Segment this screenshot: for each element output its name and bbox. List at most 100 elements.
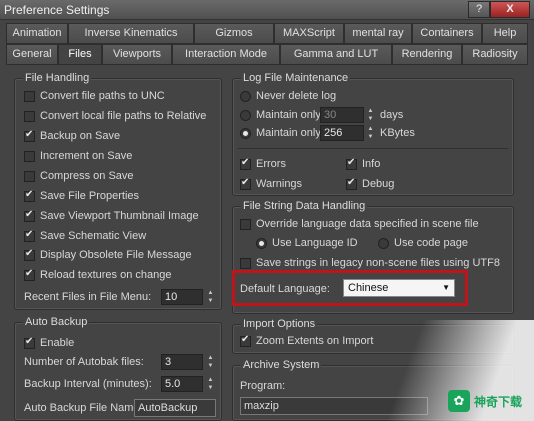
errors-checkbox[interactable] — [240, 157, 251, 170]
file-handling-option[interactable]: Reload textures on change — [24, 268, 171, 282]
save-legacy-row[interactable]: Save strings in legacy non-scene files u… — [240, 256, 500, 270]
maintain-kb-radio[interactable] — [240, 127, 251, 139]
file-handling-option[interactable]: Save Schematic View — [24, 229, 146, 243]
program-row: Program: — [240, 379, 285, 393]
tab-containers[interactable]: Containers — [412, 23, 482, 44]
tab-interaction-mode[interactable]: Interaction Mode — [172, 44, 280, 65]
file-handling-checkbox[interactable] — [24, 129, 35, 142]
watermark-logo: ✿ 神奇下载 — [448, 388, 530, 414]
info-checkbox[interactable] — [346, 157, 357, 170]
file-handling-checkbox[interactable] — [24, 110, 35, 122]
use-language-id-radio[interactable] — [256, 237, 267, 249]
file-handling-option-label: Convert file paths to UNC — [40, 90, 165, 102]
file-handling-checkbox[interactable] — [24, 229, 35, 242]
file-handling-checkbox[interactable] — [24, 248, 35, 261]
file-handling-option[interactable]: Save Viewport Thumbnail Image — [24, 209, 199, 223]
tab-rendering[interactable]: Rendering — [392, 44, 462, 65]
maintain-kb-input[interactable]: 256 — [320, 125, 364, 141]
maintain-days-row[interactable]: Maintain only — [240, 108, 321, 122]
use-code-page-radio[interactable] — [378, 237, 389, 249]
use-code-page-row[interactable]: Use code page — [378, 236, 468, 250]
close-button[interactable]: X — [490, 1, 530, 18]
backup-interval-label: Backup Interval (minutes): — [24, 378, 152, 390]
never-delete-row[interactable]: Never delete log — [240, 89, 336, 103]
tab-mental-ray[interactable]: mental ray — [344, 23, 412, 44]
autobak-files-spinner[interactable]: ▲ ▼ — [206, 354, 215, 370]
use-language-id-row[interactable]: Use Language ID — [256, 236, 358, 250]
zoom-extents-label: Zoom Extents on Import — [256, 335, 374, 347]
backup-interval-row: Backup Interval (minutes): — [24, 377, 152, 391]
autobak-files-input[interactable]: 3 — [161, 354, 203, 370]
backup-interval-input[interactable]: 5.0 — [161, 376, 203, 392]
zoom-extents-checkbox[interactable] — [240, 334, 251, 347]
tab-viewports[interactable]: Viewports — [102, 44, 172, 65]
file-handling-option-label: Save Schematic View — [40, 230, 147, 242]
file-handling-checkbox[interactable] — [24, 209, 35, 222]
log-maintenance-title: Log File Maintenance — [241, 72, 351, 85]
file-handling-option[interactable]: Save File Properties — [24, 189, 139, 203]
recent-files-spinner[interactable]: ▲ ▼ — [206, 289, 215, 305]
maintain-days-input[interactable]: 30 — [320, 107, 364, 123]
enable-backup-row[interactable]: Enable — [24, 336, 74, 350]
file-handling-option[interactable]: Compress on Save — [24, 169, 134, 183]
tab-gizmos[interactable]: Gizmos — [194, 23, 274, 44]
maintain-kb-row[interactable]: Maintain only — [240, 126, 321, 140]
maintain-days-label: Maintain only — [256, 109, 321, 121]
backup-file-name-input[interactable]: AutoBackup — [134, 399, 216, 417]
tab-inverse-kinematics[interactable]: Inverse Kinematics — [68, 23, 194, 44]
file-handling-option-label: Backup on Save — [40, 130, 121, 142]
file-handling-option-label: Save Viewport Thumbnail Image — [40, 210, 199, 222]
debug-row[interactable]: Debug — [346, 177, 394, 191]
file-handling-option[interactable]: Convert file paths to UNC — [24, 89, 165, 103]
maintain-days-radio[interactable] — [240, 109, 251, 121]
tab-general[interactable]: General — [6, 44, 58, 65]
recent-files-input[interactable]: 10 — [161, 289, 203, 305]
never-delete-radio[interactable] — [240, 90, 251, 102]
backup-file-name-label: Auto Backup File Name: — [24, 402, 143, 414]
file-string-title: File String Data Handling — [241, 200, 368, 213]
highlight-box — [232, 270, 468, 306]
days-unit: days — [380, 109, 404, 121]
zoom-extents-row[interactable]: Zoom Extents on Import — [240, 334, 373, 348]
enable-backup-checkbox[interactable] — [24, 336, 35, 349]
file-handling-option[interactable]: Display Obsolete File Message — [24, 248, 192, 262]
file-handling-option[interactable]: Backup on Save — [24, 129, 120, 143]
override-language-checkbox[interactable] — [240, 218, 251, 230]
file-handling-option-label: Save File Properties — [40, 190, 140, 202]
override-language-label: Override language data specified in scen… — [256, 218, 479, 230]
tab-files[interactable]: Files — [58, 44, 102, 65]
never-delete-label: Never delete log — [256, 90, 337, 102]
file-handling-option[interactable]: Convert local file paths to Relative — [24, 109, 206, 123]
maintain-days-spinner[interactable]: ▲ ▼ — [366, 107, 375, 123]
file-handling-checkbox[interactable] — [24, 189, 35, 202]
file-handling-option-label: Compress on Save — [40, 170, 134, 182]
warnings-row[interactable]: Warnings — [240, 177, 302, 191]
file-handling-checkbox[interactable] — [24, 268, 35, 281]
tab-gamma-lut[interactable]: Gamma and LUT — [280, 44, 392, 65]
file-handling-checkbox[interactable] — [24, 170, 35, 182]
tab-help[interactable]: Help — [482, 23, 528, 44]
tab-radiosity[interactable]: Radiosity — [462, 44, 528, 65]
override-language-row[interactable]: Override language data specified in scen… — [240, 217, 479, 231]
file-handling-checkbox[interactable] — [24, 150, 35, 162]
backup-interval-spinner[interactable]: ▲ ▼ — [206, 376, 215, 392]
days-unit-row: days — [380, 108, 403, 122]
errors-row[interactable]: Errors — [240, 157, 286, 171]
watermark-text: 神奇下载 — [474, 394, 523, 409]
file-handling-checkbox[interactable] — [24, 90, 35, 102]
kb-unit-row: KBytes — [380, 126, 415, 140]
tab-maxscript[interactable]: MAXScript — [274, 23, 344, 44]
warnings-label: Warnings — [256, 178, 303, 190]
recent-files-label: Recent Files in File Menu: — [24, 291, 152, 303]
tab-animation[interactable]: Animation — [6, 23, 68, 44]
program-label: Program: — [240, 380, 286, 392]
info-row[interactable]: Info — [346, 157, 380, 171]
save-legacy-checkbox[interactable] — [240, 257, 251, 269]
file-handling-option[interactable]: Increment on Save — [24, 149, 132, 163]
maintain-kb-spinner[interactable]: ▲ ▼ — [366, 125, 375, 141]
debug-checkbox[interactable] — [346, 177, 357, 190]
enable-backup-label: Enable — [40, 337, 75, 349]
warnings-checkbox[interactable] — [240, 177, 251, 190]
help-button[interactable]: ? — [468, 1, 490, 18]
program-input[interactable]: maxzip — [240, 397, 428, 415]
